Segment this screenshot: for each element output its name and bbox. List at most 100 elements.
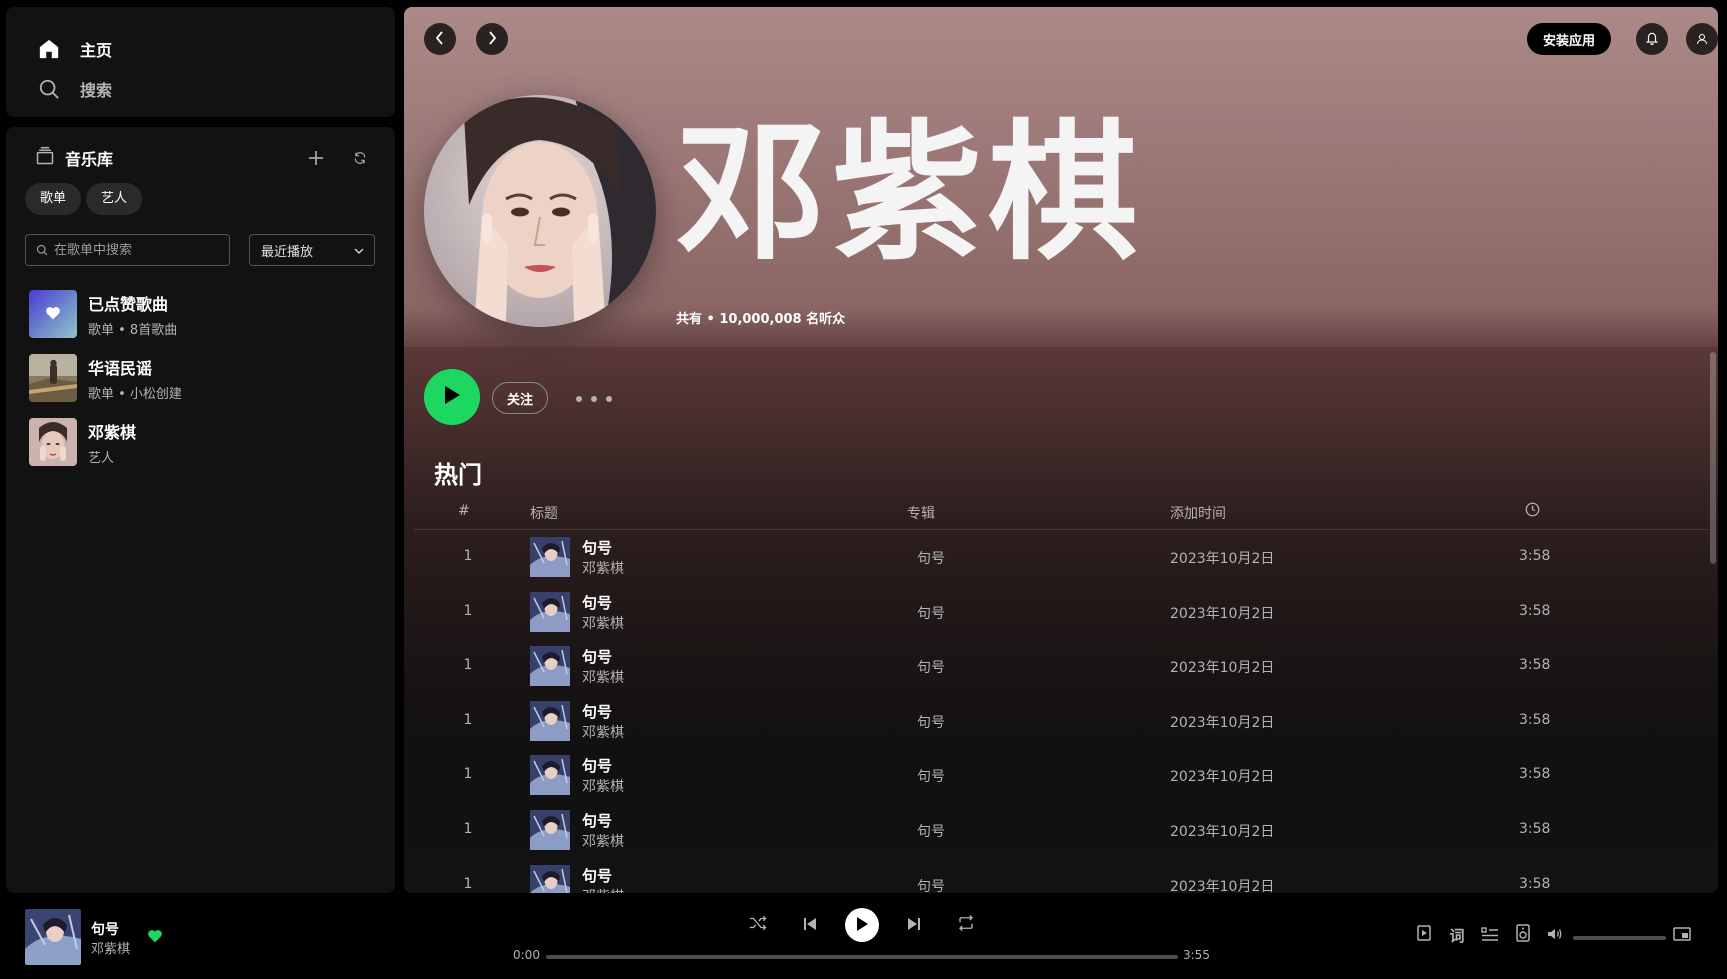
previous-button[interactable] xyxy=(799,914,821,936)
library-icon[interactable] xyxy=(35,146,55,170)
volume-slider[interactable] xyxy=(1573,936,1666,940)
profile-button[interactable] xyxy=(1686,23,1718,55)
now-playing-title[interactable]: 句号 xyxy=(91,919,119,939)
track-row[interactable]: 1 句号 邓紫棋 句号 2023年10月2日 3:58 xyxy=(414,530,1708,584)
track-row[interactable]: 1 句号 邓紫棋 句号 2023年10月2日 3:58 xyxy=(414,858,1708,893)
player-play-button[interactable] xyxy=(845,908,879,942)
track-album[interactable]: 句号 xyxy=(917,766,945,786)
track-duration: 3:58 xyxy=(1519,821,1551,837)
track-title[interactable]: 句号 xyxy=(582,755,612,776)
forward-button[interactable] xyxy=(476,23,508,55)
play-icon xyxy=(443,385,461,409)
track-cover xyxy=(530,810,570,850)
volume-button[interactable] xyxy=(1545,925,1565,945)
track-artist[interactable]: 邓紫棋 xyxy=(582,613,624,633)
track-duration: 3:58 xyxy=(1519,711,1551,728)
back-button[interactable] xyxy=(424,23,456,55)
track-title[interactable]: 句号 xyxy=(582,865,612,886)
add-icon[interactable] xyxy=(301,143,331,173)
more-options-button[interactable] xyxy=(576,387,612,411)
heart-icon xyxy=(45,305,61,324)
miniplayer-button[interactable] xyxy=(1672,925,1692,945)
playback-progress-bar[interactable] xyxy=(546,955,1178,959)
track-title[interactable]: 句号 xyxy=(582,810,612,831)
chip-artists[interactable]: 艺人 xyxy=(86,183,143,215)
miniplayer-icon xyxy=(1673,926,1691,945)
track-album[interactable]: 句号 xyxy=(917,548,945,568)
library-filter-chips: 歌单 艺人 xyxy=(25,183,143,215)
track-row[interactable]: 1 句号 邓紫棋 句号 2023年10月2日 3:58 xyxy=(414,694,1708,748)
chip-playlists[interactable]: 歌单 xyxy=(25,183,82,215)
library-item-name: 华语民谣 xyxy=(88,358,153,378)
repeat-icon xyxy=(957,915,975,935)
chevron-down-icon xyxy=(354,243,364,258)
repeat-button[interactable] xyxy=(955,914,977,936)
now-playing-view-icon xyxy=(1417,925,1431,945)
library-item-artist[interactable]: 邓紫棋 艺人 xyxy=(29,410,385,474)
install-app-button[interactable]: 安装应用 xyxy=(1527,23,1612,55)
track-album[interactable]: 句号 xyxy=(917,821,945,841)
track-title[interactable]: 句号 xyxy=(582,537,612,558)
library-item-sub: 艺人 xyxy=(88,450,115,466)
track-number: 1 xyxy=(463,821,473,837)
lyrics-button[interactable]: 词 xyxy=(1446,925,1468,945)
track-date-added: 2023年10月2日 xyxy=(1170,714,1275,731)
track-album[interactable]: 句号 xyxy=(917,657,945,677)
chevron-right-icon xyxy=(487,30,497,49)
track-cover xyxy=(530,700,570,741)
bell-icon xyxy=(1645,30,1659,49)
library-title[interactable]: 音乐库 xyxy=(65,146,113,170)
library-sort-dropdown[interactable]: 最近播放 xyxy=(249,234,375,266)
library-search-input[interactable] xyxy=(54,242,214,258)
track-artist[interactable]: 邓紫棋 xyxy=(582,831,624,851)
next-button[interactable] xyxy=(903,914,925,936)
track-album[interactable]: 句号 xyxy=(917,712,945,732)
track-number: 1 xyxy=(463,711,473,728)
track-artist[interactable]: 邓紫棋 xyxy=(582,886,624,893)
track-artist[interactable]: 邓紫棋 xyxy=(582,558,624,578)
follow-button[interactable]: 关注 xyxy=(492,382,549,414)
nav-home[interactable]: 主页 xyxy=(36,29,395,69)
queue-button[interactable] xyxy=(1479,925,1501,945)
refresh-icon[interactable] xyxy=(345,143,375,173)
clock-icon[interactable] xyxy=(1525,502,1540,521)
play-button[interactable] xyxy=(424,369,480,425)
connect-device-button[interactable] xyxy=(1513,924,1533,946)
now-playing-artist[interactable]: 邓紫棋 xyxy=(91,938,130,957)
speaker-device-icon xyxy=(1516,924,1530,946)
library-header: 音乐库 xyxy=(35,143,375,173)
col-album[interactable]: 专辑 xyxy=(907,503,935,523)
track-album[interactable]: 句号 xyxy=(917,876,945,893)
track-title[interactable]: 句号 xyxy=(582,701,612,722)
library-panel: 音乐库 歌单 艺人 最近播放 已点赞歌 xyxy=(6,127,395,893)
liked-heart-icon[interactable] xyxy=(147,928,163,947)
nav-search[interactable]: 搜索 xyxy=(36,69,395,109)
elapsed-time: 0:00 xyxy=(513,948,540,962)
shuffle-button[interactable] xyxy=(747,914,769,936)
now-playing-view-button[interactable] xyxy=(1414,925,1434,945)
library-item-liked-songs[interactable]: 已点赞歌曲 歌单 • 8首歌曲 xyxy=(29,282,385,346)
track-row[interactable]: 1 句号 邓紫棋 句号 2023年10月2日 3:58 xyxy=(414,748,1708,802)
notifications-button[interactable] xyxy=(1636,23,1668,55)
track-title[interactable]: 句号 xyxy=(582,592,612,613)
col-date-added[interactable]: 添加时间 xyxy=(1170,503,1226,523)
track-title[interactable]: 句号 xyxy=(582,646,612,667)
library-list: 已点赞歌曲 歌单 • 8首歌曲 华语民谣 歌单 • 小松创建 邓紫棋 艺人 xyxy=(29,282,385,474)
scrollbar[interactable] xyxy=(1710,352,1716,564)
now-playing-cover[interactable] xyxy=(25,909,81,965)
track-cover xyxy=(530,537,570,577)
library-item-folk-playlist[interactable]: 华语民谣 歌单 • 小松创建 xyxy=(29,346,385,410)
skip-back-icon xyxy=(803,916,817,935)
track-row[interactable]: 1 句号 邓紫棋 句号 2023年10月2日 3:58 xyxy=(414,585,1708,639)
track-row[interactable]: 1 句号 邓紫棋 句号 2023年10月2日 3:58 xyxy=(414,803,1708,857)
col-title[interactable]: 标题 xyxy=(530,503,558,523)
nav-home-label: 主页 xyxy=(80,41,113,60)
track-album[interactable]: 句号 xyxy=(917,603,945,623)
skip-forward-icon xyxy=(907,916,921,935)
library-item-name: 已点赞歌曲 xyxy=(88,294,169,314)
shuffle-icon xyxy=(749,915,767,935)
track-artist[interactable]: 邓紫棋 xyxy=(582,722,624,742)
track-artist[interactable]: 邓紫棋 xyxy=(582,667,624,687)
track-row[interactable]: 1 句号 邓紫棋 句号 2023年10月2日 3:58 xyxy=(414,639,1708,693)
track-artist[interactable]: 邓紫棋 xyxy=(582,776,624,796)
